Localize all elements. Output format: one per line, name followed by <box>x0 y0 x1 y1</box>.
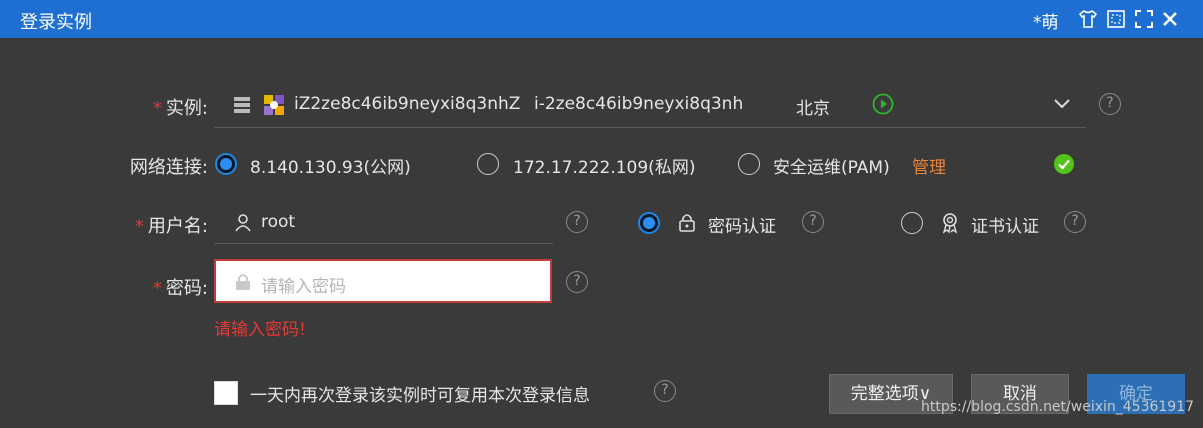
instance-region: 北京 <box>796 99 830 119</box>
pam-option[interactable]: 安全运维(PAM) <box>773 153 890 178</box>
password-auth-help-icon[interactable]: ? <box>802 211 824 233</box>
cert-auth-help-icon[interactable]: ? <box>1064 211 1086 233</box>
instance-label: * 实例: <box>152 98 208 119</box>
title-bar: 登录实例 *萌 <box>0 0 1203 38</box>
instance-help-icon[interactable]: ? <box>1099 93 1121 115</box>
instance-id: i-2ze8c46ib9neyxi8q3nh <box>534 94 744 114</box>
private-ip-radio[interactable] <box>477 153 499 175</box>
instance-name: iZ2ze8c46ib9neyxi8q3nhZ <box>294 94 521 114</box>
certificate-icon <box>942 213 958 234</box>
password-error-text: 请输入密码! <box>214 320 306 340</box>
username-underline <box>214 243 553 244</box>
password-auth-radio[interactable] <box>638 212 660 234</box>
user-icon <box>235 214 251 232</box>
server-icon <box>234 97 250 113</box>
manage-link[interactable]: 管理 <box>912 153 946 178</box>
os-logo-icon <box>264 95 284 115</box>
close-icon[interactable] <box>1160 9 1180 29</box>
theme-shirt-icon[interactable] <box>1078 9 1098 29</box>
window-title: 登录实例 <box>20 12 92 33</box>
lock-icon <box>679 214 695 232</box>
public-ip-radio[interactable] <box>215 153 237 175</box>
password-field[interactable]: 请输入密码 <box>214 259 552 303</box>
fullscreen-icon[interactable] <box>1134 9 1154 29</box>
password-help-icon[interactable]: ? <box>566 271 588 293</box>
cert-auth-radio[interactable] <box>901 212 923 234</box>
username-help-icon[interactable]: ? <box>566 211 588 233</box>
restore-window-icon[interactable] <box>1106 9 1126 29</box>
username-input[interactable]: root <box>261 212 295 232</box>
cert-auth-label[interactable]: 证书认证 <box>971 212 1039 237</box>
password-placeholder: 请输入密码 <box>261 277 346 297</box>
remember-help-icon[interactable]: ? <box>654 380 676 402</box>
remember-login-label[interactable]: 一天内再次登录该实例时可复用本次登录信息 <box>250 381 590 406</box>
running-status-icon <box>872 93 894 115</box>
instance-select-underline[interactable] <box>214 127 1086 128</box>
pam-radio[interactable] <box>738 153 760 175</box>
connection-ok-icon <box>1054 154 1074 174</box>
user-name[interactable]: *萌 <box>1033 8 1059 33</box>
password-auth-label[interactable]: 密码认证 <box>708 212 776 237</box>
network-label: 网络连接: <box>129 157 208 178</box>
instance-dropdown-chevron-icon[interactable] <box>1052 97 1072 111</box>
username-label: * 用户名: <box>134 216 208 237</box>
public-ip-option[interactable]: 8.140.130.93(公网) <box>250 153 411 178</box>
watermark-text: https://blog.csdn.net/weixin_45361917 <box>921 399 1195 415</box>
password-lock-icon <box>236 274 250 290</box>
private-ip-option[interactable]: 172.17.222.109(私网) <box>513 153 695 178</box>
password-label: * 密码: <box>152 278 208 299</box>
remember-login-checkbox[interactable] <box>214 381 238 405</box>
